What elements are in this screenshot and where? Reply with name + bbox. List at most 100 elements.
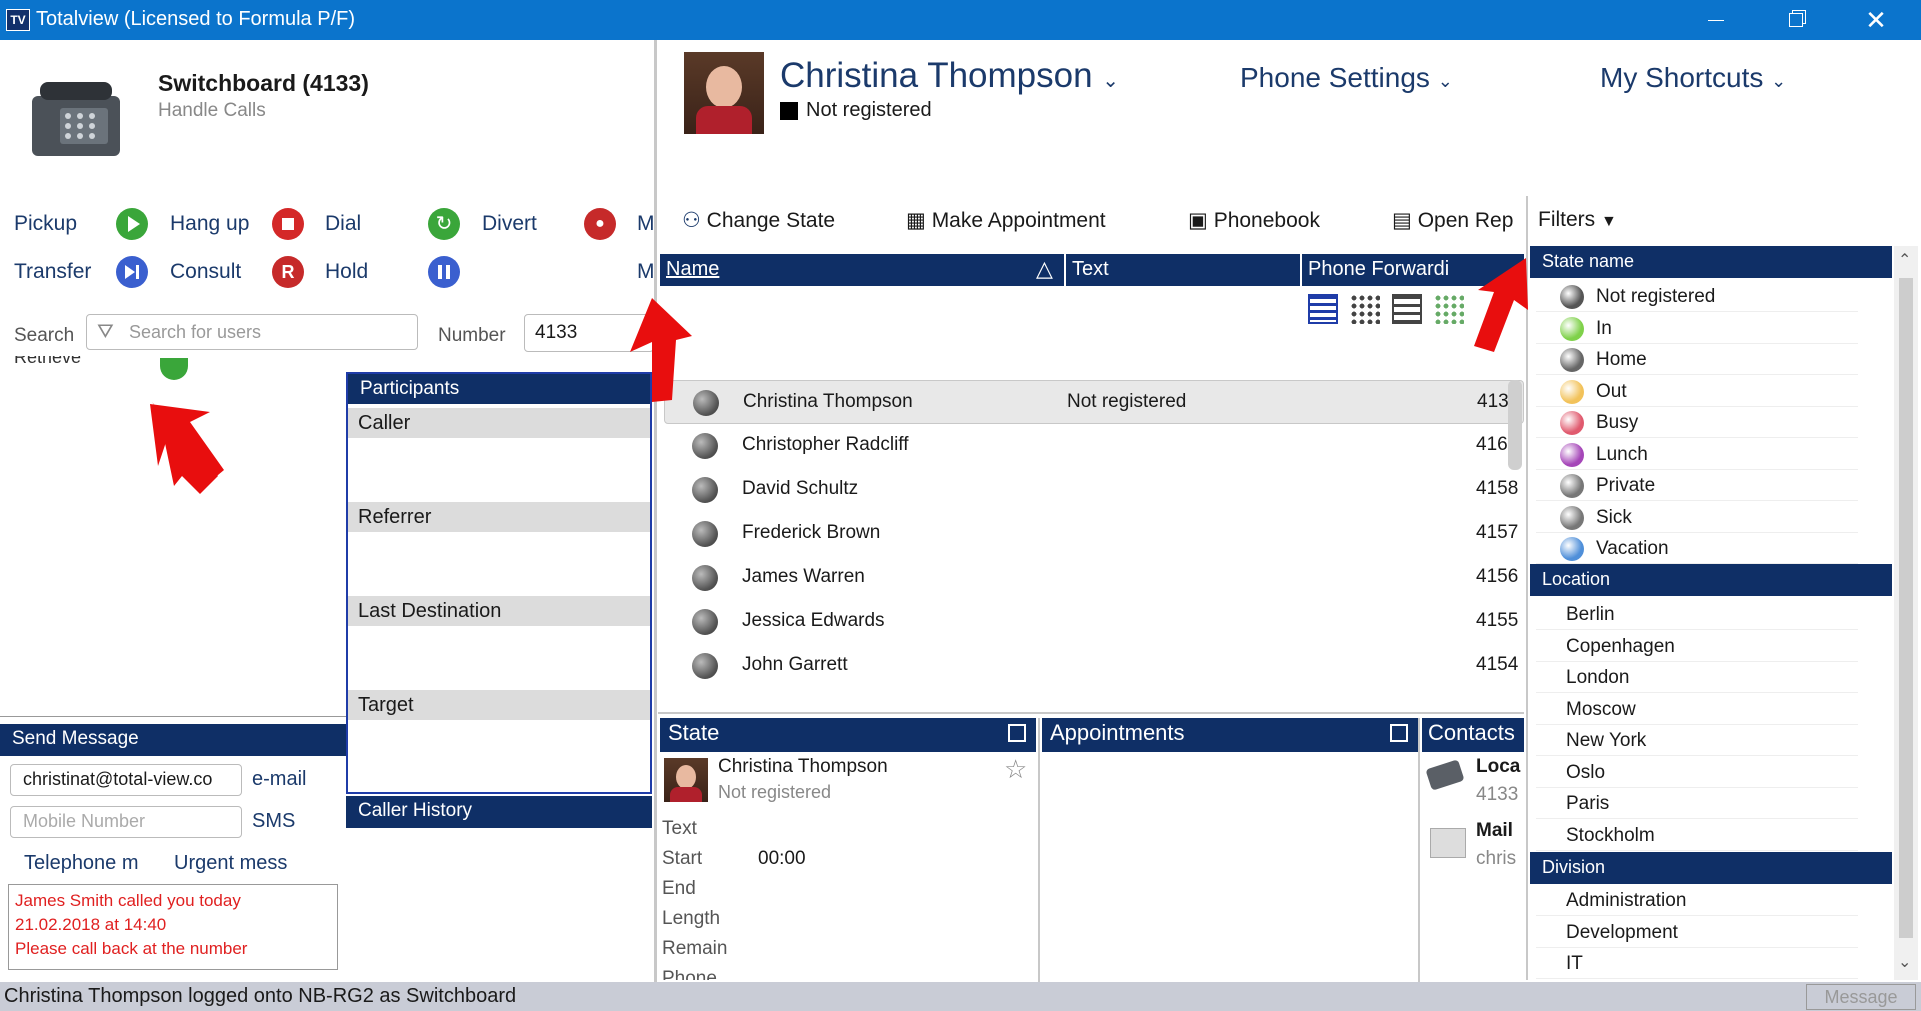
table-row[interactable]: John Garrett 4154	[664, 644, 1524, 688]
list-view-icon[interactable]	[1308, 294, 1338, 324]
state-filter-item[interactable]: Lunch	[1536, 440, 1858, 470]
open-rep-button[interactable]: ▤ Open Rep	[1392, 208, 1524, 233]
state-filter-item[interactable]: Vacation	[1536, 534, 1858, 564]
row-name: John Garrett	[742, 654, 848, 675]
pause-icon[interactable]	[428, 256, 460, 288]
user-status: Not registered	[806, 99, 932, 121]
column-phone-forwarding[interactable]: Phone Forwardi	[1308, 258, 1458, 281]
location-filter-item[interactable]: Copenhagen	[1536, 632, 1858, 662]
make-appointment-button[interactable]: ▦ Make Appointment	[906, 208, 1106, 233]
table-row[interactable]: David Schultz 4158	[664, 468, 1524, 512]
my-shortcuts-label: My Shortcuts	[1600, 62, 1764, 93]
record-icon[interactable]: ●	[584, 208, 616, 240]
division-filter-item[interactable]: Development	[1536, 918, 1858, 948]
table-row[interactable]: Jessica Edwards 4155	[664, 600, 1524, 644]
column-text[interactable]: Text	[1072, 258, 1109, 281]
caller-history-header[interactable]: Caller History	[346, 796, 652, 828]
pickup-button[interactable]: Pickup	[14, 212, 77, 236]
table-row[interactable]: Christopher Radcliff 4160	[664, 424, 1524, 468]
location-filter-item[interactable]: Berlin	[1536, 600, 1858, 630]
status-ball-icon	[692, 477, 718, 503]
number-input[interactable]: 4133	[524, 314, 654, 352]
division-filter-item[interactable]: Administration	[1536, 886, 1858, 916]
star-icon[interactable]: ☆	[1004, 754, 1027, 785]
consult-button[interactable]: Consult	[170, 260, 241, 284]
splitter[interactable]	[658, 712, 1524, 714]
divert-icon[interactable]: ↻	[428, 208, 460, 240]
transfer-button[interactable]: Transfer	[14, 260, 91, 284]
consult-icon[interactable]: R	[272, 256, 304, 288]
hold-button[interactable]: Hold	[325, 260, 368, 284]
pickup-icon[interactable]	[116, 208, 148, 240]
hangup-icon[interactable]	[272, 208, 304, 240]
tile-view-icon[interactable]	[1434, 294, 1464, 324]
table-row[interactable]: Frederick Brown 4157	[664, 512, 1524, 556]
mobile-number-field[interactable]: Mobile Number	[10, 806, 242, 838]
minimize-button[interactable]	[1676, 0, 1756, 40]
close-button[interactable]: ✕	[1836, 0, 1916, 40]
state-start-label: Start	[662, 848, 703, 869]
search-input[interactable]: ⛛ Search for users	[86, 314, 418, 350]
retrieve-icon[interactable]	[160, 358, 188, 380]
scroll-thumb[interactable]	[1899, 278, 1913, 938]
dial-button[interactable]: Dial	[325, 212, 361, 236]
retrieve-button[interactable]: Retrieve	[14, 356, 81, 374]
status-square-icon	[780, 102, 798, 120]
state-filter-item[interactable]: Busy	[1536, 408, 1858, 438]
pane-splitter[interactable]	[654, 40, 657, 982]
state-filter-label: Out	[1596, 380, 1627, 402]
state-filter-item[interactable]: Not registered	[1536, 282, 1858, 312]
dropdown-icon: ▼	[1601, 213, 1617, 230]
location-filter-item[interactable]: Paris	[1536, 789, 1858, 819]
my-shortcuts-menu[interactable]: My Shortcuts ⌄	[1600, 62, 1786, 94]
sms-label[interactable]: SMS	[252, 810, 295, 833]
filters-scrollbar[interactable]: ⌃ ⌄	[1894, 246, 1918, 980]
row-number: 4155	[1476, 610, 1519, 631]
division-filter-item[interactable]: IT	[1536, 949, 1858, 979]
table-row[interactable]: James Warren 4156	[664, 556, 1524, 600]
sort-asc-icon[interactable]: △	[1036, 256, 1053, 282]
location-filter-item[interactable]: Oslo	[1536, 758, 1858, 788]
state-filter-item[interactable]: In	[1536, 314, 1858, 344]
state-remain-label: Remain	[662, 938, 728, 959]
scroll-down-icon[interactable]: ⌄	[1898, 952, 1911, 972]
filters-button[interactable]: Filters ▼	[1538, 208, 1617, 232]
table-row[interactable]: Christina Thompson Not registered 4133	[664, 380, 1524, 424]
row-name: Christopher Radcliff	[742, 434, 909, 455]
hangup-button[interactable]: Hang up	[170, 212, 249, 236]
change-state-button[interactable]: ⚇ Change State	[682, 208, 835, 233]
m-button-2[interactable]: M	[637, 260, 655, 284]
scroll-up-icon[interactable]: ⌃	[1898, 250, 1911, 270]
urgent-message-tab[interactable]: Urgent mess	[174, 852, 287, 875]
phone-settings-menu[interactable]: Phone Settings ⌄	[1240, 62, 1453, 94]
contact-local-number: 4133	[1476, 784, 1519, 805]
table-scrollbar[interactable]	[1508, 380, 1522, 470]
message-textarea[interactable]: James Smith called you today 21.02.2018 …	[8, 884, 338, 970]
message-line: James Smith called you today	[15, 891, 241, 910]
location-filter-item[interactable]: Stockholm	[1536, 821, 1858, 851]
user-avatar[interactable]	[684, 52, 764, 134]
location-filter-item[interactable]: Moscow	[1536, 695, 1858, 725]
expand-icon[interactable]	[1008, 724, 1026, 742]
location-filter-item[interactable]: London	[1536, 663, 1858, 693]
phonebook-button[interactable]: ▣ Phonebook	[1188, 208, 1320, 233]
m-button-1[interactable]: M	[637, 212, 655, 236]
column-name[interactable]: Name	[666, 258, 719, 281]
telephone-message-tab[interactable]: Telephone m	[24, 852, 139, 875]
restore-button[interactable]	[1756, 0, 1836, 40]
state-filter-item[interactable]: Out	[1536, 377, 1858, 407]
expand-icon[interactable]	[1390, 724, 1408, 742]
user-name-menu[interactable]: Christina Thompson ⌄	[780, 56, 1119, 96]
location-filter-item[interactable]: New York	[1536, 726, 1858, 756]
grid-view-icon[interactable]	[1350, 294, 1380, 324]
email-label[interactable]: e-mail	[252, 768, 306, 791]
email-field[interactable]: christinat@total-view.co	[10, 764, 242, 796]
message-button[interactable]: Message	[1806, 984, 1916, 1010]
splitter[interactable]	[1526, 196, 1528, 980]
state-filter-item[interactable]: Private	[1536, 471, 1858, 501]
state-filter-item[interactable]: Home	[1536, 345, 1858, 375]
transfer-icon[interactable]	[116, 256, 148, 288]
state-filter-item[interactable]: Sick	[1536, 503, 1858, 533]
divert-button[interactable]: Divert	[482, 212, 537, 236]
detail-view-icon[interactable]	[1392, 294, 1422, 324]
